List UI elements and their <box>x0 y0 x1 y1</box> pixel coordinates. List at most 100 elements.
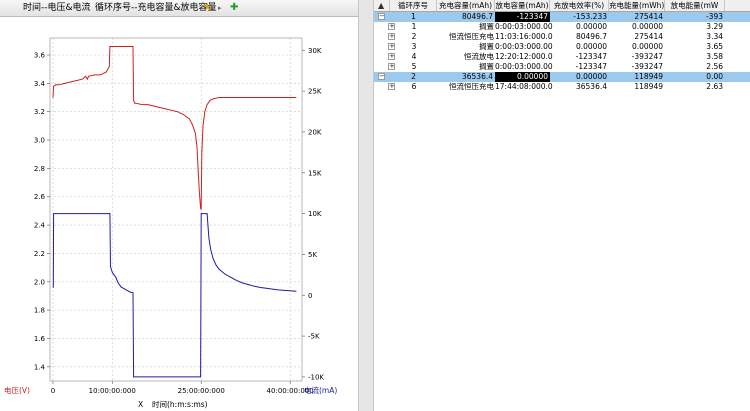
column-header[interactable]: 充电容量(mAh) <box>437 0 495 11</box>
data-point <box>64 83 66 84</box>
step-row[interactable]: +3 搁置 0:00:03:000.000 0.00000 0.00000 3.65 <box>374 42 750 52</box>
star-icon[interactable]: ★ <box>203 2 212 14</box>
data-point <box>110 46 111 47</box>
data-point <box>126 290 128 291</box>
y-left-tick-label: 3.6 <box>34 52 46 60</box>
tab-time-voltage-current[interactable]: 时间--电压&电流 <box>20 2 94 14</box>
data-point <box>117 46 119 47</box>
data-point <box>248 284 250 285</box>
data-point <box>120 286 122 288</box>
data-point <box>82 213 83 215</box>
data-point <box>159 107 161 108</box>
step-row[interactable]: +5 搁置 0:00:03:000.000 -123347 -393247 2.56 <box>374 62 750 72</box>
column-header[interactable]: 充电能量(mWh) <box>609 0 665 11</box>
cycle-row[interactable]: − 1 80496.7 -123347 -153.233 275414 -393 <box>374 12 750 22</box>
expand-icon[interactable]: + <box>388 33 395 40</box>
data-point <box>132 46 134 47</box>
cycle-table: 循环序号 充电容量(mAh) 放电容量(mAh) 充放电效率(%) 充电能量(mWh) 放… <box>374 0 750 411</box>
column-header[interactable]: 放电能量(mW <box>665 0 725 11</box>
data-point <box>171 109 173 111</box>
charge-capacity-cell: 36536.4 <box>461 72 493 81</box>
data-point <box>58 84 60 86</box>
cycle-row[interactable]: −2 36536.4 0.00000 0.00000 118949 0.00 <box>374 72 750 82</box>
add-icon[interactable]: ✚ <box>230 2 238 14</box>
data-point <box>100 74 101 76</box>
expand-icon[interactable]: + <box>388 83 395 90</box>
data-point <box>200 376 202 378</box>
data-point <box>191 376 193 378</box>
sort-triangle-icon[interactable]: ▲ <box>378 0 384 11</box>
data-point <box>209 100 211 101</box>
expand-icon[interactable]: + <box>388 53 395 60</box>
step-row[interactable]: +2 恒流恒压充电11:03:16:000.000 80496.7 275414 3.3… <box>374 32 750 42</box>
step-value-cell: 80496.7 <box>575 32 607 41</box>
expand-icon[interactable]: + <box>388 23 395 30</box>
y-right-tick-label: -10K <box>308 373 324 381</box>
y-left-tick-label: 3.2 <box>34 108 45 116</box>
data-point <box>188 118 190 120</box>
y-right-axis-title: 电流(mA) <box>304 385 337 395</box>
data-point <box>110 266 111 268</box>
step-energy-cell: -393247 <box>631 52 663 61</box>
step-number-cell: 3 <box>411 42 417 51</box>
collapse-icon[interactable]: − <box>378 13 385 20</box>
data-point <box>85 75 86 77</box>
data-point <box>199 192 200 193</box>
step-energy-cell: 275414 <box>634 32 663 41</box>
step-voltage-cell: 2.63 <box>706 82 723 91</box>
play-arrow-icon[interactable]: ▸ <box>218 2 222 14</box>
data-point <box>82 78 83 80</box>
data-point <box>200 209 202 210</box>
column-header[interactable]: 循环序号 <box>390 0 437 11</box>
data-point <box>109 213 111 215</box>
step-energy-cell: -393247 <box>631 62 663 71</box>
expand-icon[interactable]: + <box>388 63 395 70</box>
efficiency-cell: 0.00000 <box>575 72 607 81</box>
x-axis-title: 时间(h:m:s:ms) <box>152 399 208 409</box>
collapse-icon[interactable]: − <box>378 73 385 80</box>
y-left-tick-label: 1.8 <box>34 307 45 315</box>
data-point <box>202 125 204 127</box>
step-type-cell: 搁置 <box>479 62 494 71</box>
column-header[interactable]: 放电容量(mAh) <box>495 0 550 11</box>
expand-icon[interactable]: + <box>388 43 395 50</box>
y-left-axis-title: 电压(V) <box>4 385 30 395</box>
data-point <box>94 74 95 76</box>
data-point <box>230 276 232 278</box>
step-row[interactable]: +4 恒流放电12:20:12:000.000 -123347 -393247 3.58 <box>374 52 750 62</box>
tab-cycle-capacity[interactable]: 循环序号--充电容量&放电容量 <box>92 2 220 14</box>
y-left-tick-label: 2.6 <box>34 193 46 201</box>
data-point <box>133 376 135 378</box>
data-point <box>218 97 220 98</box>
step-value-cell: 36536.4 <box>575 82 607 91</box>
step-row[interactable]: +1 搁置 0:00:03:000.000 0.00000 0.00000 3.29 <box>374 22 750 32</box>
data-point <box>210 249 212 250</box>
step-number-cell: 4 <box>411 52 417 61</box>
tab-bar: 时间--电压&电流 循环序号--充电容量&放电容量 ★ ▸ ✚ <box>0 0 358 17</box>
data-point <box>153 105 155 107</box>
data-point <box>105 71 107 73</box>
column-header[interactable]: 充放电效率(%) <box>550 0 609 11</box>
data-point <box>283 290 285 291</box>
y-right-tick-label: -5K <box>308 333 320 341</box>
pane-divider[interactable] <box>358 0 374 411</box>
step-value-cell: -123347 <box>575 52 607 61</box>
data-point <box>218 268 220 270</box>
data-point <box>206 213 208 215</box>
step-type-cell: 恒流恒压充电 <box>449 32 494 41</box>
cycle-number-cell: 2 <box>411 72 416 81</box>
voltage-current-chart: 3.6 3.4 3.2 3.0 2.8 2.6 2.4 2.2 2.0 1.8 1.6 1.4 30K 2… <box>4 37 337 409</box>
cycle-number-cell: 1 <box>411 12 416 21</box>
step-row[interactable]: +6 恒流恒压充电17:44:08:000.000 36536.4 118949 2.6… <box>374 82 750 92</box>
charge-energy-cell: 118949 <box>634 72 663 81</box>
step-type-cell: 搁置 <box>479 42 494 51</box>
step-type-cell: 恒流恒压充电 <box>449 82 494 91</box>
data-point <box>289 290 291 292</box>
y-right-tick-label: 25K <box>308 88 322 96</box>
data-point <box>183 114 184 115</box>
data-point <box>132 292 134 294</box>
data-point <box>212 98 214 100</box>
data-point <box>111 46 113 47</box>
step-number-cell: 6 <box>411 82 417 91</box>
step-voltage-cell: 2.56 <box>706 62 723 71</box>
